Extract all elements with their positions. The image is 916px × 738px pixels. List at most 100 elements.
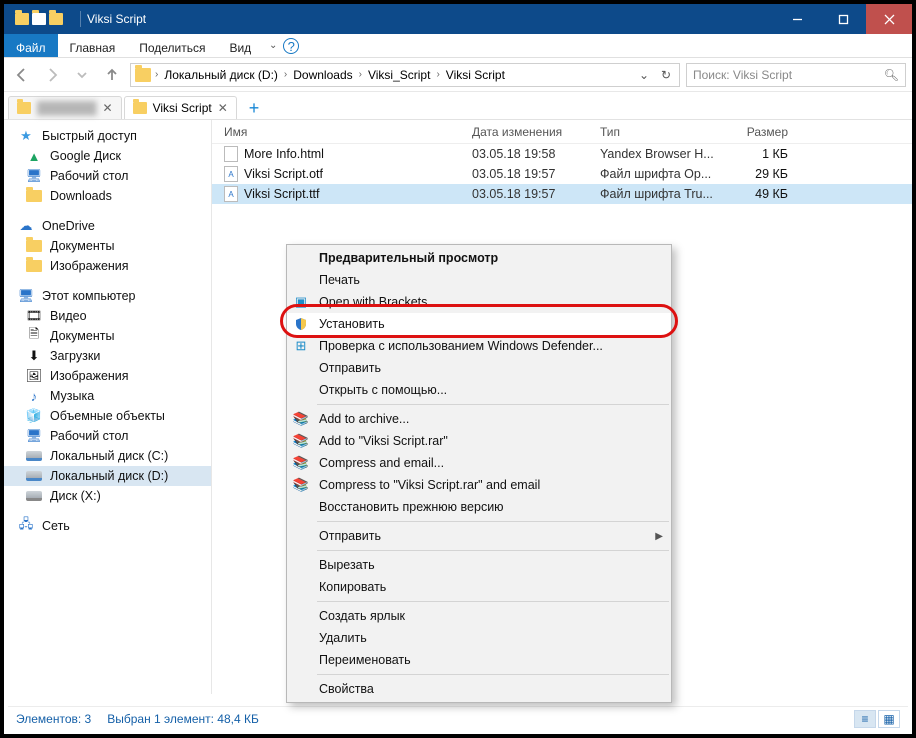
font-file-icon: A [224,186,238,202]
ctx-open-brackets[interactable]: ▣Open with Brackets [287,291,671,313]
col-header-size[interactable]: Размер [730,125,800,139]
search-placeholder: Поиск: Viksi Script [693,68,792,82]
minimize-button[interactable] [774,4,820,34]
maximize-button[interactable] [820,4,866,34]
sidebar-item[interactable]: Локальный диск (D:) [4,466,211,486]
breadcrumb-bar[interactable]: › Локальный диск (D:) › Downloads › Viks… [130,63,680,87]
separator [317,550,669,551]
folder-icon [135,68,151,82]
shield-icon [291,317,311,331]
file-row[interactable]: More Info.html 03.05.18 19:58 Yandex Bro… [212,144,912,164]
file-icon [224,146,238,162]
ctx-restore-prev[interactable]: Восстановить прежнюю версию [287,496,671,518]
sidebar-this-pc[interactable]: 🖥Этот компьютер [4,286,211,306]
folder-icon [133,102,147,114]
sidebar-quick-access[interactable]: ★Быстрый доступ [4,126,211,146]
chevron-right-icon[interactable]: › [155,69,158,80]
separator [317,404,669,405]
sidebar-item[interactable]: 🖥Рабочий стол [4,166,211,186]
window-controls [774,4,912,34]
chevron-right-icon[interactable]: › [284,69,287,80]
sidebar-item[interactable]: Диск (X:) [4,486,211,506]
ctx-rename[interactable]: Переименовать [287,649,671,671]
col-header-date[interactable]: Дата изменения [472,125,600,139]
ribbon-expand-icon[interactable]: ⌄ [263,34,283,57]
new-tab-button[interactable]: + [239,98,270,119]
ctx-add-rar[interactable]: 📚Add to "Viksi Script.rar" [287,430,671,452]
folder-tab-label: Viksi Script [153,101,212,115]
search-input[interactable]: Поиск: Viksi Script 🔍︎ [686,63,906,87]
ribbon-tab-home[interactable]: Главная [58,34,128,57]
ctx-preview[interactable]: Предварительный просмотр [287,247,671,269]
help-icon[interactable]: ? [283,38,299,54]
folder-tab[interactable]: Viksi Script ✕ [124,96,237,119]
view-details-button[interactable]: ≡ [854,710,876,728]
search-icon[interactable]: 🔍︎ [884,68,899,82]
defender-icon: ⊞ [291,338,311,354]
sidebar-item[interactable]: Изображения [4,256,211,276]
sidebar-item[interactable]: 🧊Объемные объекты [4,406,211,426]
sidebar-item[interactable]: Документы [4,236,211,256]
ctx-defender[interactable]: ⊞Проверка с использованием Windows Defen… [287,335,671,357]
ribbon-tab-view[interactable]: Вид [217,34,263,57]
ctx-create-shortcut[interactable]: Создать ярлык [287,605,671,627]
sidebar-onedrive[interactable]: ☁OneDrive [4,216,211,236]
ctx-install[interactable]: Установить [287,313,671,335]
ctx-delete[interactable]: Удалить [287,627,671,649]
ctx-send-to[interactable]: Отправить▶ [287,525,671,547]
breadcrumb-seg[interactable]: Локальный диск (D:) [160,68,282,82]
ctx-compress-email[interactable]: 📚Compress and email... [287,452,671,474]
ctx-add-archive[interactable]: 📚Add to archive... [287,408,671,430]
folder-tab-label: ███████ [37,101,97,115]
ribbon-tab-file[interactable]: Файл [4,34,58,57]
breadcrumb-seg[interactable]: Viksi_Script [364,68,434,82]
close-tab-icon[interactable]: ✕ [103,101,113,115]
folder-tab[interactable]: ███████ ✕ [8,96,122,119]
refresh-button[interactable]: ↻ [655,64,677,86]
folder-icon [32,13,46,25]
winrar-icon: 📚 [291,411,311,427]
file-row[interactable]: AViksi Script.otf 03.05.18 19:57 Файл шр… [212,164,912,184]
folder-tab-strip: ███████ ✕ Viksi Script ✕ + [4,92,912,120]
nav-up-button[interactable] [100,63,124,87]
column-headers: Имя Дата изменения Тип Размер [212,120,912,144]
ctx-properties[interactable]: Свойства [287,678,671,700]
close-button[interactable] [866,4,912,34]
breadcrumb-seg[interactable]: Viksi Script [442,68,509,82]
file-row[interactable]: AViksi Script.ttf 03.05.18 19:57 Файл шр… [212,184,912,204]
ctx-cut[interactable]: Вырезать [287,554,671,576]
sidebar-item[interactable]: 🖥Рабочий стол [4,426,211,446]
nav-forward-button[interactable] [40,63,64,87]
col-header-name[interactable]: Имя [212,125,472,139]
ctx-open-with[interactable]: Открыть с помощью... [287,379,671,401]
navigation-pane: ★Быстрый доступ ▲Google Диск 🖥Рабочий ст… [4,120,212,694]
sidebar-item[interactable]: ▲Google Диск [4,146,211,166]
window-title: Viksi Script [87,12,774,26]
address-dropdown-button[interactable]: ⌄ [633,64,655,86]
sidebar-item[interactable]: Локальный диск (C:) [4,446,211,466]
chevron-right-icon[interactable]: › [359,69,362,80]
close-tab-icon[interactable]: ✕ [218,101,228,115]
sidebar-network[interactable]: 🖧Сеть [4,516,211,536]
nav-recent-button[interactable] [70,63,94,87]
status-bar: Элементов: 3 Выбран 1 элемент: 48,4 КБ ≡… [8,706,908,730]
context-menu: Предварительный просмотр Печать ▣Open wi… [286,244,672,703]
col-header-type[interactable]: Тип [600,125,730,139]
ctx-send[interactable]: Отправить [287,357,671,379]
sidebar-item[interactable]: Downloads [4,186,211,206]
ctx-print[interactable]: Печать [287,269,671,291]
sidebar-item[interactable]: ⬇Загрузки [4,346,211,366]
separator [317,601,669,602]
status-selection: Выбран 1 элемент: 48,4 КБ [107,712,259,726]
ribbon-tab-share[interactable]: Поделиться [127,34,217,57]
breadcrumb-seg[interactable]: Downloads [289,68,356,82]
sidebar-item[interactable]: 🖼Изображения [4,366,211,386]
view-icons-button[interactable]: ▦ [878,710,900,728]
sidebar-item[interactable]: ♪Музыка [4,386,211,406]
chevron-right-icon[interactable]: › [436,69,439,80]
sidebar-item[interactable]: 🗎Документы [4,326,211,346]
nav-back-button[interactable] [10,63,34,87]
sidebar-item[interactable]: 🎞Видео [4,306,211,326]
ctx-copy[interactable]: Копировать [287,576,671,598]
ctx-compress-rar-email[interactable]: 📚Compress to "Viksi Script.rar" and emai… [287,474,671,496]
